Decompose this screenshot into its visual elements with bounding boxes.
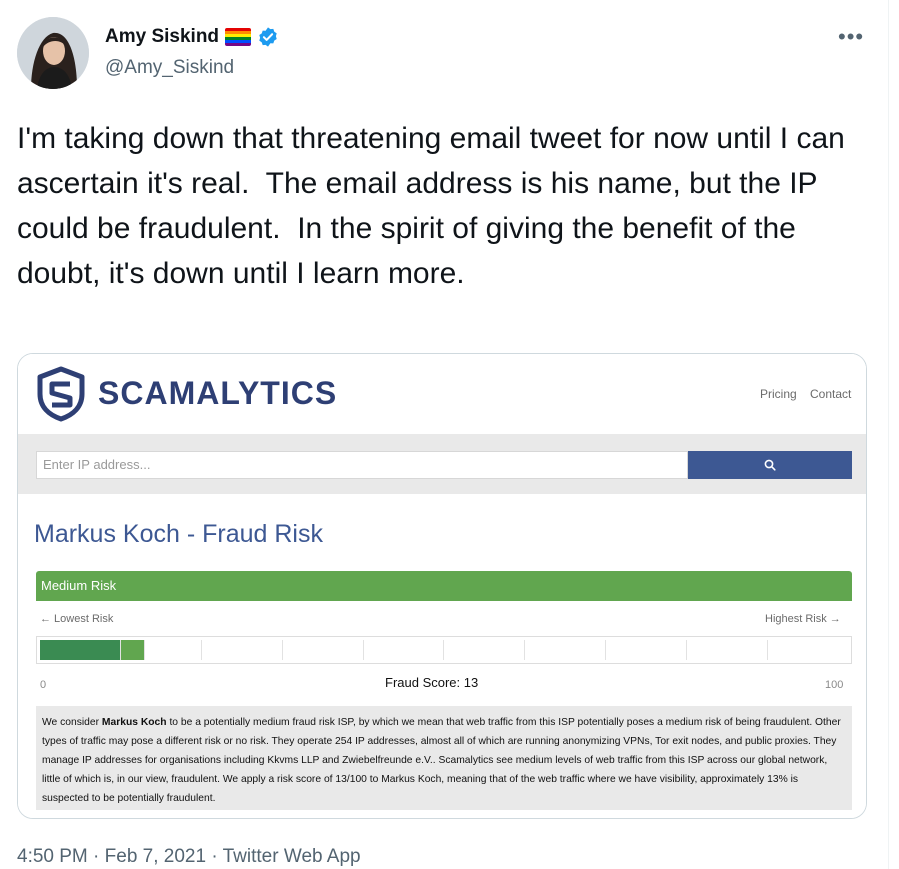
description-intro: We consider [42, 717, 102, 728]
risk-meter [36, 636, 852, 664]
risk-meter-segment [444, 640, 526, 660]
risk-meter-segment [364, 640, 445, 660]
more-options-icon[interactable]: ••• [838, 24, 864, 50]
avatar-image [17, 17, 89, 89]
avatar[interactable] [17, 17, 89, 89]
risk-meter-segment [687, 640, 769, 660]
ip-search-bar: Enter IP address... [18, 434, 866, 494]
nav-pricing: Pricing [760, 387, 797, 401]
tweet-media-image[interactable]: SCAMALYTICS Pricing Contact Enter IP add… [17, 353, 867, 819]
risk-meter-segment-remainder [145, 640, 202, 660]
risk-meter-segment [202, 640, 283, 660]
risk-level-banner: Medium Risk [36, 571, 852, 601]
scamalytics-brand: SCAMALYTICS [98, 375, 338, 411]
tweet-timestamp: 4:50 PM · Feb 7, 2021 · Twitter Web App [17, 846, 361, 868]
search-icon [764, 459, 776, 471]
shield-logo-icon [37, 366, 85, 422]
author-handle[interactable]: @Amy_Siskind [105, 57, 234, 79]
risk-meter-segment [768, 640, 848, 660]
risk-meter-segment [606, 640, 688, 660]
fraud-score-label: Fraud Score: 13 [379, 671, 485, 695]
tweet-date[interactable]: Feb 7, 2021 [105, 846, 206, 867]
fraud-risk-title: Markus Koch - Fraud Risk [34, 520, 323, 548]
verified-badge-icon [257, 26, 279, 48]
tweet-time[interactable]: 4:50 PM [17, 846, 88, 867]
scale-min: 0 [40, 679, 47, 691]
nav-contact: Contact [810, 387, 852, 401]
column-divider [888, 0, 889, 869]
risk-meter-segment [283, 640, 364, 660]
author-name[interactable]: Amy Siskind [105, 26, 279, 48]
risk-meter-segment [525, 640, 607, 660]
highest-risk-label: Highest Risk → [765, 613, 841, 625]
timestamp-separator-2: · [206, 846, 223, 867]
lowest-risk-label: ← Lowest Risk [40, 613, 114, 625]
tweet-source[interactable]: Twitter Web App [223, 846, 361, 867]
risk-meter-segment [40, 640, 121, 660]
author-name-text: Amy Siskind [105, 26, 220, 47]
rainbow-flag-icon [225, 28, 252, 46]
scamalytics-screenshot: SCAMALYTICS Pricing Contact Enter IP add… [18, 354, 866, 818]
description-isp-name: Markus Koch [101, 717, 167, 728]
risk-description: We consider Markus Koch to be a potentia… [36, 706, 852, 810]
timestamp-separator: · [87, 846, 105, 867]
description-body: to be a potentially medium fraud risk IS… [42, 717, 841, 804]
search-button [688, 451, 852, 479]
ip-address-input: Enter IP address... [36, 451, 688, 479]
scamalytics-header: SCAMALYTICS Pricing Contact [18, 354, 866, 434]
tweet-text: I'm taking down that threatening email t… [17, 122, 854, 290]
scale-max: 100 [825, 679, 844, 691]
risk-meter-segment [120, 640, 146, 660]
